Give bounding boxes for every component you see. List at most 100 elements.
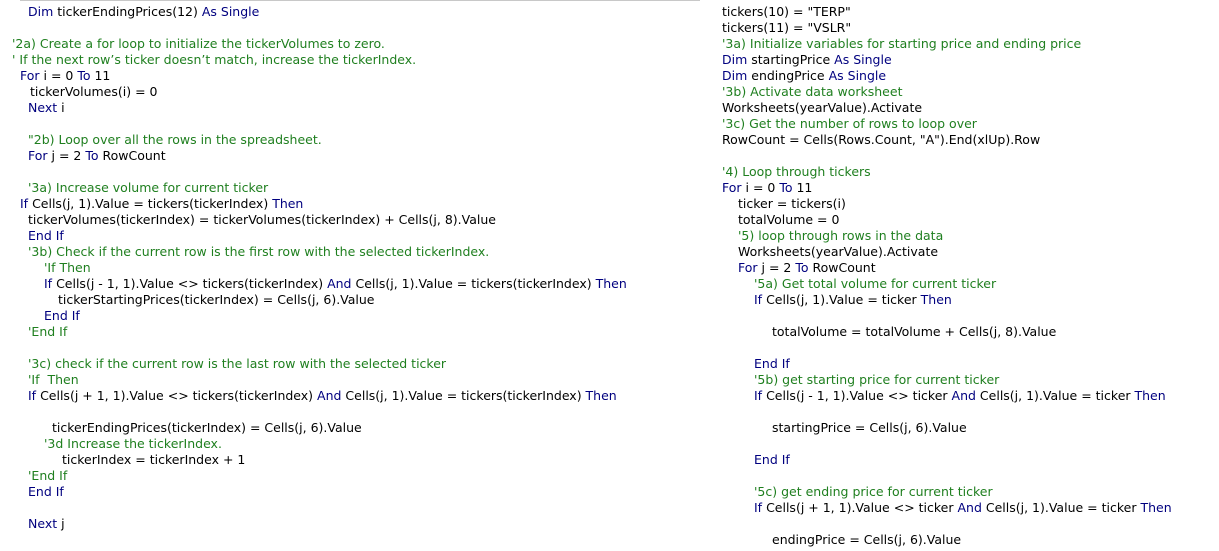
code-line[interactable]: For j = 2 To RowCount [738, 260, 876, 276]
code-line[interactable]: tickerEndingPrices(tickerIndex) = Cells(… [52, 420, 362, 436]
keyword-token: Then [272, 196, 304, 211]
code-line[interactable]: End If [28, 484, 64, 500]
code-token: RowCount [808, 260, 876, 275]
keyword-token: Dim [722, 68, 748, 83]
code-line[interactable]: End If [28, 228, 64, 244]
code-token: i = 0 [741, 180, 780, 195]
code-line[interactable]: '5a) Get total volume for current ticker [754, 276, 996, 292]
code-line[interactable]: '3a) Increase volume for current ticker [28, 180, 268, 196]
code-line[interactable]: If Cells(j - 1, 1).Value <> ticker And C… [754, 388, 1166, 404]
keyword-token: To [779, 180, 793, 195]
code-line[interactable]: '2a) Create a for loop to initialize the… [12, 36, 385, 52]
code-line[interactable]: '5) loop through rows in the data [738, 228, 943, 244]
code-line[interactable]: totalVolume = totalVolume + Cells(j, 8).… [772, 324, 1056, 340]
keyword-token: To [795, 260, 809, 275]
code-token: i = 0 [39, 68, 78, 83]
code-line[interactable]: Dim startingPrice As Single [722, 52, 892, 68]
code-token: startingPrice [747, 52, 835, 67]
code-line[interactable]: RowCount = Cells(Rows.Count, "A").End(xl… [722, 132, 1040, 148]
code-pane-right[interactable]: tickers(10) = "TERP" tickers(11) = "VSLR"… [706, 0, 1219, 551]
code-line[interactable]: '5c) get ending price for current ticker [754, 484, 993, 500]
code-line[interactable]: '3b) Check if the current row is the fir… [28, 244, 489, 260]
keyword-token: End If [28, 228, 64, 243]
code-line[interactable]: tickers(11) = "VSLR" [722, 20, 851, 36]
code-line[interactable]: Worksheets(yearValue).Activate [722, 100, 922, 116]
code-token: startingPrice = Cells(j, 6).Value [772, 420, 967, 435]
code-line[interactable]: endingPrice = Cells(j, 6).Value [772, 532, 961, 548]
comment-token: 'If Then [28, 372, 79, 387]
keyword-token: Then [595, 276, 627, 291]
comment-token: '3b) Activate data worksheet [722, 84, 903, 99]
keyword-token: To [77, 68, 91, 83]
code-line[interactable]: '3c) check if the current row is the las… [28, 356, 446, 372]
keyword-token: End If [44, 308, 80, 323]
comment-token: 'End If [28, 324, 68, 339]
code-token: tickers(10) = "TERP" [722, 4, 851, 19]
code-token: Cells(j, 1).Value = tickers(tickerIndex) [28, 196, 273, 211]
code-line[interactable]: totalVolume = 0 [738, 212, 839, 228]
code-token: Cells(j - 1, 1).Value <> tickers(tickerI… [52, 276, 328, 291]
code-line[interactable]: ticker = tickers(i) [738, 196, 846, 212]
code-line[interactable]: tickers(10) = "TERP" [722, 4, 851, 20]
code-line[interactable]: 'If Then [28, 372, 79, 388]
code-line[interactable]: tickerIndex = tickerIndex + 1 [62, 452, 245, 468]
code-token: endingPrice = Cells(j, 6).Value [772, 532, 962, 547]
code-line[interactable]: If Cells(j, 1).Value = tickers(tickerInd… [20, 196, 303, 212]
code-token: Cells(j - 1, 1).Value <> ticker [762, 388, 952, 403]
code-line[interactable]: End If [754, 356, 790, 372]
code-line[interactable]: '3c) Get the number of rows to loop over [722, 116, 977, 132]
code-line[interactable]: Worksheets(yearValue).Activate [738, 244, 938, 260]
code-line[interactable]: Dim tickerEndingPrices(12) As Single [28, 4, 259, 20]
code-line[interactable]: '3d Increase the tickerIndex. [44, 436, 222, 452]
keyword-token: For [738, 260, 758, 275]
code-line[interactable]: '5b) get starting price for current tick… [754, 372, 999, 388]
code-line[interactable]: "2b) Loop over all the rows in the sprea… [28, 132, 322, 148]
comment-token: '3c) check if the current row is the las… [28, 356, 447, 371]
code-token: tickerEndingPrices(12) [53, 4, 202, 19]
keyword-token: Dim [722, 52, 748, 67]
keyword-token: If [754, 388, 763, 403]
code-line[interactable]: For i = 0 To 11 [722, 180, 812, 196]
code-pane-left[interactable]: Dim tickerEndingPrices(12) As Single '2a)… [0, 0, 700, 551]
code-token: Cells(j, 1).Value = ticker [981, 500, 1141, 515]
code-line[interactable]: If Cells(j + 1, 1).Value <> ticker And C… [754, 500, 1172, 516]
code-line[interactable]: End If [44, 308, 80, 324]
comment-token: 'If Then [44, 260, 91, 275]
code-token: Cells(j, 1).Value = ticker [762, 292, 921, 307]
comment-token: '5a) Get total volume for current ticker [754, 276, 997, 291]
code-line[interactable]: Next i [28, 100, 65, 116]
code-line[interactable]: If Cells(j - 1, 1).Value <> tickers(tick… [44, 276, 627, 292]
code-token: Cells(j + 1, 1).Value <> ticker [762, 500, 958, 515]
code-line[interactable]: tickerStartingPrices(tickerIndex) = Cell… [58, 292, 375, 308]
code-token: tickerVolumes(i) = 0 [30, 84, 158, 99]
keyword-token: And [951, 388, 976, 403]
code-line[interactable]: 'End If [28, 468, 67, 484]
code-token: i [57, 100, 65, 115]
code-token: RowCount [98, 148, 166, 163]
comment-token: '5b) get starting price for current tick… [754, 372, 1000, 387]
code-line[interactable]: '3a) Initialize variables for starting p… [722, 36, 1081, 52]
code-line[interactable]: Next j [28, 516, 65, 532]
keyword-token: Then [920, 292, 952, 307]
keyword-token: Then [1134, 388, 1166, 403]
code-token: tickers(11) = "VSLR" [722, 20, 852, 35]
code-line[interactable]: tickerVolumes(i) = 0 [30, 84, 157, 100]
code-line[interactable]: 'If Then [44, 260, 91, 276]
code-line[interactable]: End If [754, 452, 790, 468]
code-line[interactable]: For j = 2 To RowCount [28, 148, 166, 164]
code-line[interactable]: For i = 0 To 11 [20, 68, 110, 84]
keyword-token: End If [754, 356, 790, 371]
keyword-token: If [754, 292, 763, 307]
code-line[interactable]: 'End If [28, 324, 67, 340]
code-token: Cells(j + 1, 1).Value <> tickers(tickerI… [36, 388, 318, 403]
code-line[interactable]: '3b) Activate data worksheet [722, 84, 902, 100]
keyword-token: If [20, 196, 29, 211]
code-line[interactable]: tickerVolumes(tickerIndex) = tickerVolum… [28, 212, 496, 228]
code-line[interactable]: ' If the next row’s ticker doesn’t match… [12, 52, 416, 68]
code-line[interactable]: If Cells(j + 1, 1).Value <> tickers(tick… [28, 388, 617, 404]
code-line[interactable]: If Cells(j, 1).Value = ticker Then [754, 292, 952, 308]
code-token: Cells(j, 1).Value = tickers(tickerIndex) [341, 388, 586, 403]
code-line[interactable]: startingPrice = Cells(j, 6).Value [772, 420, 967, 436]
code-line[interactable]: Dim endingPrice As Single [722, 68, 886, 84]
code-line[interactable]: '4) Loop through tickers [722, 164, 871, 180]
